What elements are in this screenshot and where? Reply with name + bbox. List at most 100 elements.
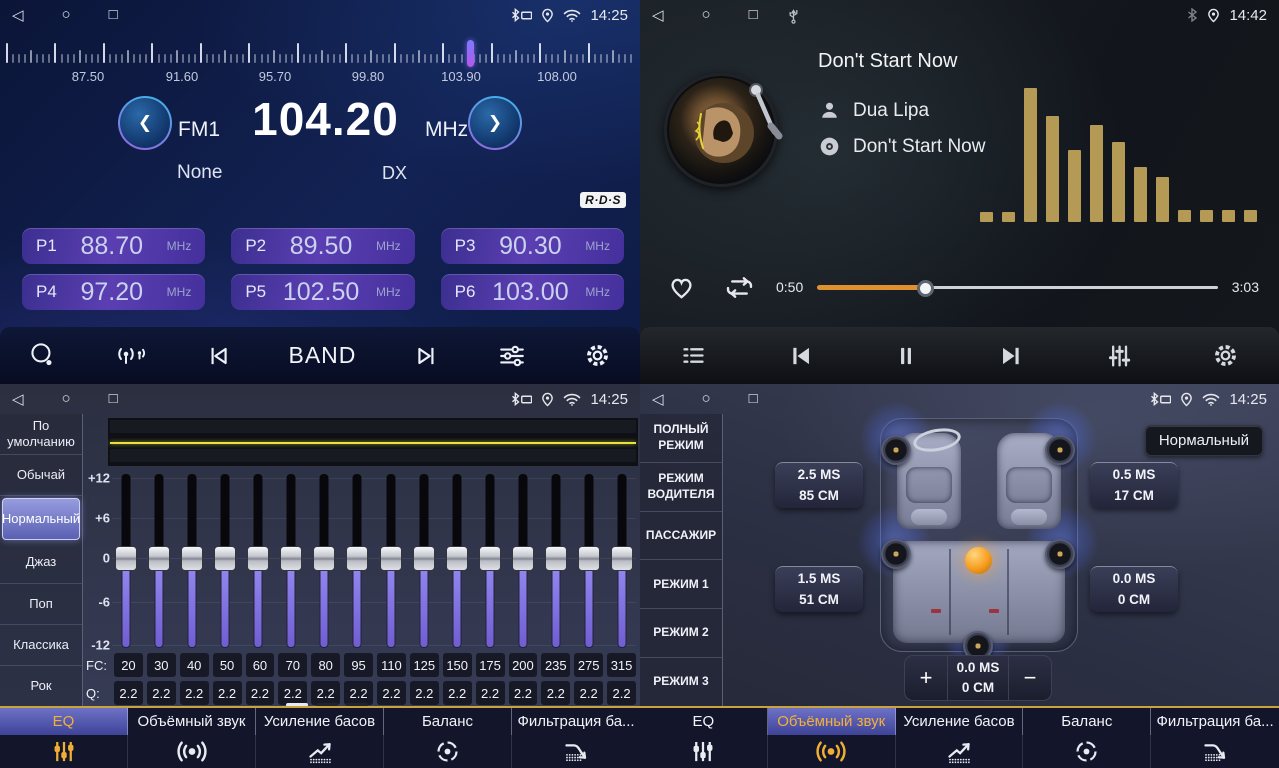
slider-handle[interactable] — [446, 546, 468, 571]
eq-band-slider-14[interactable] — [544, 474, 568, 648]
slider-handle[interactable] — [611, 546, 633, 571]
fc-value[interactable]: 70 — [278, 653, 307, 677]
settings-gear-button[interactable] — [584, 342, 611, 369]
delay-increase-button[interactable]: + — [905, 656, 947, 700]
previous-station-button[interactable] — [205, 343, 231, 369]
slider-handle[interactable] — [181, 546, 203, 571]
listening-mode-2[interactable]: РЕЖИМ ВОДИТЕЛЯ — [640, 463, 722, 512]
nav-back-icon[interactable]: ◁ — [652, 6, 664, 24]
nav-recents-icon[interactable]: □ — [109, 390, 118, 408]
q-value[interactable]: 2.2 — [574, 681, 603, 705]
nav-home-icon[interactable]: ○ — [702, 390, 711, 408]
fc-value[interactable]: 175 — [476, 653, 505, 677]
eq-band-slider-7[interactable] — [312, 474, 336, 648]
eq-band-slider-6[interactable] — [279, 474, 303, 648]
fc-value[interactable]: 125 — [410, 653, 439, 677]
fc-value[interactable]: 80 — [311, 653, 340, 677]
q-value[interactable]: 2.2 — [410, 681, 439, 705]
slider-handle[interactable] — [578, 546, 600, 571]
q-value[interactable]: 2.2 — [509, 681, 538, 705]
eq-band-slider-2[interactable] — [147, 474, 171, 648]
eq-band-slider-1[interactable] — [114, 474, 138, 648]
q-value[interactable]: 2.2 — [344, 681, 373, 705]
tuner-settings-button[interactable] — [498, 343, 526, 369]
eq-preset-3[interactable]: Нормальный — [2, 498, 80, 540]
tab-eq[interactable]: EQ — [0, 708, 128, 768]
listening-mode-4[interactable]: РЕЖИМ 1 — [640, 560, 722, 609]
equalizer-button[interactable] — [1105, 342, 1133, 370]
radio-preset-p4[interactable]: P497.20MHz — [22, 274, 205, 310]
slider-handle[interactable] — [280, 546, 302, 571]
fc-value[interactable]: 275 — [574, 653, 603, 677]
slider-handle[interactable] — [545, 546, 567, 571]
slider-handle[interactable] — [148, 546, 170, 571]
slider-handle[interactable] — [313, 546, 335, 571]
tab-balance[interactable]: Баланс — [384, 708, 512, 768]
slider-handle[interactable] — [247, 546, 269, 571]
q-value[interactable]: 2.2 — [311, 681, 340, 705]
speaker-delay-front-right[interactable]: 0.5 MS17 CM — [1090, 462, 1178, 508]
nav-home-icon[interactable]: ○ — [702, 6, 711, 24]
speaker-rear-right-icon[interactable] — [1045, 539, 1075, 569]
eq-preset-7[interactable]: Рок — [0, 666, 82, 706]
eq-band-slider-5[interactable] — [246, 474, 270, 648]
q-value[interactable]: 2.2 — [246, 681, 275, 705]
listening-position-marker[interactable] — [965, 547, 992, 574]
slider-handle[interactable] — [479, 546, 501, 571]
settings-gear-button[interactable] — [1212, 342, 1239, 369]
eq-band-slider-4[interactable] — [213, 474, 237, 648]
eq-band-slider-10[interactable] — [412, 474, 436, 648]
delay-decrease-button[interactable]: − — [1009, 656, 1051, 700]
fc-value[interactable]: 200 — [509, 653, 538, 677]
album-art[interactable] — [664, 73, 778, 187]
q-value[interactable]: 2.2 — [147, 681, 176, 705]
nav-recents-icon[interactable]: □ — [749, 6, 758, 24]
speaker-delay-rear-left[interactable]: 1.5 MS51 CM — [775, 566, 863, 612]
fc-value[interactable]: 50 — [213, 653, 242, 677]
previous-track-button[interactable] — [786, 342, 814, 370]
radio-preset-p6[interactable]: P6103.00MHz — [441, 274, 624, 310]
broadcast-button[interactable] — [114, 343, 147, 369]
q-value[interactable]: 2.2 — [180, 681, 209, 705]
speaker-front-right-icon[interactable] — [1045, 435, 1075, 465]
q-value[interactable]: 2.2 — [278, 681, 307, 705]
nav-back-icon[interactable]: ◁ — [12, 6, 24, 24]
seek-bar[interactable] — [817, 286, 1218, 289]
eq-band-slider-8[interactable] — [345, 474, 369, 648]
fc-value[interactable]: 40 — [180, 653, 209, 677]
eq-preset-5[interactable]: Поп — [0, 584, 82, 625]
slider-handle[interactable] — [115, 546, 137, 571]
speaker-delay-front-left[interactable]: 2.5 MS85 CM — [775, 462, 863, 508]
eq-preset-6[interactable]: Классика — [0, 625, 82, 666]
radio-preset-p5[interactable]: P5102.50MHz — [231, 274, 414, 310]
tuner-pointer[interactable] — [467, 40, 474, 67]
repeat-button[interactable] — [723, 273, 756, 302]
q-value[interactable]: 2.2 — [476, 681, 505, 705]
tab-filter[interactable]: Фильтрация ба... — [1151, 708, 1279, 768]
tuner-scale[interactable]: 87.5091.6095.7099.80103.90108.00 — [0, 33, 640, 81]
tab-bass-boost[interactable]: Усиление басов — [896, 708, 1024, 768]
radio-preset-p3[interactable]: P390.30MHz — [441, 228, 624, 264]
fc-value[interactable]: 110 — [377, 653, 406, 677]
speaker-front-left-icon[interactable] — [881, 435, 911, 465]
q-value[interactable]: 2.2 — [213, 681, 242, 705]
scan-button[interactable] — [29, 342, 56, 369]
eq-preset-4[interactable]: Джаз — [0, 542, 82, 583]
fc-value[interactable]: 235 — [541, 653, 570, 677]
next-station-button[interactable] — [414, 343, 440, 369]
nav-back-icon[interactable]: ◁ — [12, 390, 24, 408]
nav-home-icon[interactable]: ○ — [62, 6, 71, 24]
eq-band-slider-13[interactable] — [511, 474, 535, 648]
seek-down-button[interactable]: ❮ — [118, 96, 172, 150]
eq-preset-1[interactable]: По умолчанию — [0, 414, 82, 455]
speaker-delay-rear-right[interactable]: 0.0 MS0 CM — [1090, 566, 1178, 612]
slider-handle[interactable] — [214, 546, 236, 571]
tab-eq[interactable]: EQ — [640, 708, 768, 768]
speaker-rear-left-icon[interactable] — [881, 539, 911, 569]
nav-recents-icon[interactable]: □ — [109, 6, 118, 24]
eq-band-slider-11[interactable] — [445, 474, 469, 648]
eq-band-slider-15[interactable] — [577, 474, 601, 648]
nav-back-icon[interactable]: ◁ — [652, 390, 664, 408]
tab-filter[interactable]: Фильтрация ба... — [512, 708, 640, 768]
fc-value[interactable]: 20 — [114, 653, 143, 677]
